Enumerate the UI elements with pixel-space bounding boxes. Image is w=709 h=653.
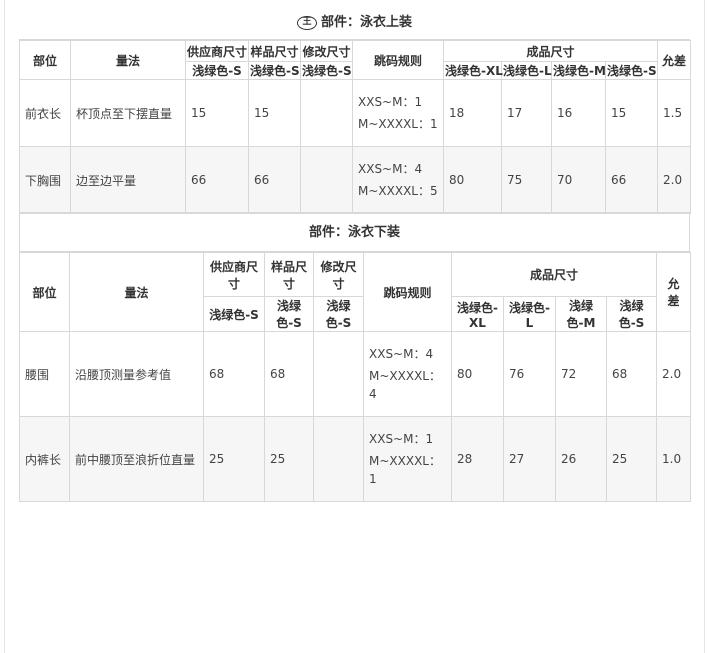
cell-xl: 18 <box>443 79 502 147</box>
cell-sample: 15 <box>248 79 301 147</box>
cell-method: 前中腰顶至浪折位直量 <box>69 416 204 502</box>
cell-modified <box>300 146 353 214</box>
rule-line: M~XXXXL：4 <box>369 369 441 401</box>
header-supplier-size: 供应商尺寸 <box>185 40 249 62</box>
table-row: 下胸围 边至边平量 66 66 XXS~M：4 M~XXXXL：5 80 75 … <box>19 146 692 214</box>
header-tolerance: 允差 <box>657 40 692 80</box>
table-header-row: 部位 量法 供应商尺寸 样品尺寸 修改尺寸 跳码规则 成品尺寸 允差 <box>19 40 692 80</box>
cell-xl: 80 <box>443 146 502 214</box>
page-right-edge <box>704 0 705 653</box>
cell-l: 75 <box>501 146 552 214</box>
cell-part: 前衣长 <box>19 79 71 147</box>
subheader-m: 浅绿色-M <box>551 61 606 80</box>
subheader-m: 浅绿色-M <box>555 296 607 332</box>
cell-part: 下胸围 <box>19 146 71 214</box>
cell-tolerance: 1.0 <box>656 416 692 502</box>
header-modified-size: 修改尺寸 <box>313 252 364 297</box>
cell-l: 17 <box>501 79 552 147</box>
cell-xl: 28 <box>451 416 504 502</box>
header-sample-size: 样品尺寸 <box>264 252 314 297</box>
rule-line: XXS~M：1 <box>369 432 434 446</box>
cell-method: 沿腰顶测量参考值 <box>69 331 204 417</box>
cell-part: 腰围 <box>19 331 70 417</box>
bottom-garment-section: 部件：泳衣下装 部位 量法 供应商尺寸 样品尺寸 修改尺寸 跳码规则 成品尺寸 … <box>19 212 692 502</box>
cell-grading-rule: XXS~M：1 M~XXXXL：1 <box>363 416 452 502</box>
header-supplier-size: 供应商尺寸 <box>203 252 265 297</box>
rule-line: M~XXXXL：1 <box>358 117 438 131</box>
cell-sample: 66 <box>248 146 301 214</box>
rule-line: XXS~M：4 <box>358 162 423 176</box>
cell-grading-rule: XXS~M：1 M~XXXXL：1 <box>352 79 444 147</box>
cell-grading-rule: XXS~M：4 M~XXXXL：5 <box>352 146 444 214</box>
bottom-size-table: 部位 量法 供应商尺寸 样品尺寸 修改尺寸 跳码规则 成品尺寸 允差 浅绿色-S… <box>19 252 692 502</box>
cell-tolerance: 2.0 <box>656 331 692 417</box>
cell-s: 15 <box>604 79 659 147</box>
subheader-supplier: 浅绿色-S <box>185 61 249 80</box>
header-grading-rule: 跳码规则 <box>352 40 444 80</box>
top-section-title: 王部件：泳衣上装 <box>19 8 690 40</box>
cell-method: 边至边平量 <box>70 146 186 214</box>
cell-method: 杯顶点至下摆直量 <box>70 79 186 147</box>
header-modified-size: 修改尺寸 <box>300 40 353 62</box>
subheader-sample: 浅绿色-S <box>264 296 314 332</box>
subheader-l: 浅绿色-L <box>501 61 552 80</box>
cell-m: 16 <box>551 79 606 147</box>
rule-line: M~XXXXL：1 <box>369 454 441 486</box>
cell-tolerance: 2.0 <box>657 146 692 214</box>
cell-supplier: 66 <box>185 146 249 214</box>
subheader-s: 浅绿色-S <box>604 61 659 80</box>
rule-line: XXS~M：1 <box>358 95 423 109</box>
header-method: 量法 <box>69 252 204 332</box>
cell-modified <box>300 79 353 147</box>
top-garment-section: 王部件：泳衣上装 部位 量法 供应商尺寸 样品尺寸 修改尺寸 跳码规则 成品尺寸… <box>19 8 692 214</box>
header-tolerance: 允差 <box>656 252 692 332</box>
subheader-supplier: 浅绿色-S <box>203 296 265 332</box>
subheader-s: 浅绿色-S <box>605 296 658 332</box>
header-finished-size: 成品尺寸 <box>442 40 659 62</box>
cell-m: 72 <box>555 331 607 417</box>
brand-logo-icon: 王 <box>296 15 317 30</box>
header-sample-size: 样品尺寸 <box>248 40 301 62</box>
cell-l: 76 <box>503 331 556 417</box>
header-finished-size: 成品尺寸 <box>450 252 658 297</box>
cell-supplier: 25 <box>203 416 265 502</box>
top-size-table: 部位 量法 供应商尺寸 样品尺寸 修改尺寸 跳码规则 成品尺寸 允差 浅绿色-S… <box>19 40 692 214</box>
cell-grading-rule: XXS~M：4 M~XXXXL：4 <box>363 331 452 417</box>
bottom-section-title: 部件：泳衣下装 <box>19 212 690 252</box>
header-method: 量法 <box>70 40 186 80</box>
rule-line: M~XXXXL：5 <box>358 184 438 198</box>
cell-sample: 68 <box>264 331 314 417</box>
subheader-xl: 浅绿色-XL <box>443 61 503 80</box>
header-grading-rule: 跳码规则 <box>363 252 452 332</box>
header-part: 部位 <box>19 252 70 332</box>
table-row: 前衣长 杯顶点至下摆直量 15 15 XXS~M：1 M~XXXXL：1 18 … <box>19 79 692 147</box>
subheader-sample: 浅绿色-S <box>248 61 301 80</box>
page-left-edge <box>4 0 5 653</box>
header-part: 部位 <box>19 40 71 80</box>
cell-m: 26 <box>555 416 607 502</box>
table-row: 内裤长 前中腰顶至浪折位直量 25 25 XXS~M：1 M~XXXXL：1 2… <box>19 416 692 502</box>
cell-m: 70 <box>551 146 606 214</box>
subheader-l: 浅绿色-L <box>503 296 556 332</box>
cell-s: 66 <box>604 146 659 214</box>
cell-supplier: 68 <box>203 331 265 417</box>
top-section-title-text: 部件：泳衣上装 <box>320 15 412 30</box>
table-header-row: 部位 量法 供应商尺寸 样品尺寸 修改尺寸 跳码规则 成品尺寸 允差 <box>19 252 692 332</box>
cell-part: 内裤长 <box>19 416 70 502</box>
cell-xl: 80 <box>451 331 504 417</box>
cell-modified <box>313 416 364 502</box>
subheader-modified: 浅绿色-S <box>300 61 353 80</box>
cell-sample: 25 <box>264 416 314 502</box>
cell-s: 68 <box>605 331 658 417</box>
table-row: 腰围 沿腰顶测量参考值 68 68 XXS~M：4 M~XXXXL：4 80 7… <box>19 331 692 417</box>
cell-supplier: 15 <box>185 79 249 147</box>
cell-tolerance: 1.5 <box>657 79 692 147</box>
subheader-modified: 浅绿色-S <box>313 296 364 332</box>
rule-line: XXS~M：4 <box>369 347 434 361</box>
cell-s: 25 <box>605 416 658 502</box>
cell-modified <box>313 331 364 417</box>
cell-l: 27 <box>503 416 556 502</box>
subheader-xl: 浅绿色-XL <box>451 296 504 332</box>
